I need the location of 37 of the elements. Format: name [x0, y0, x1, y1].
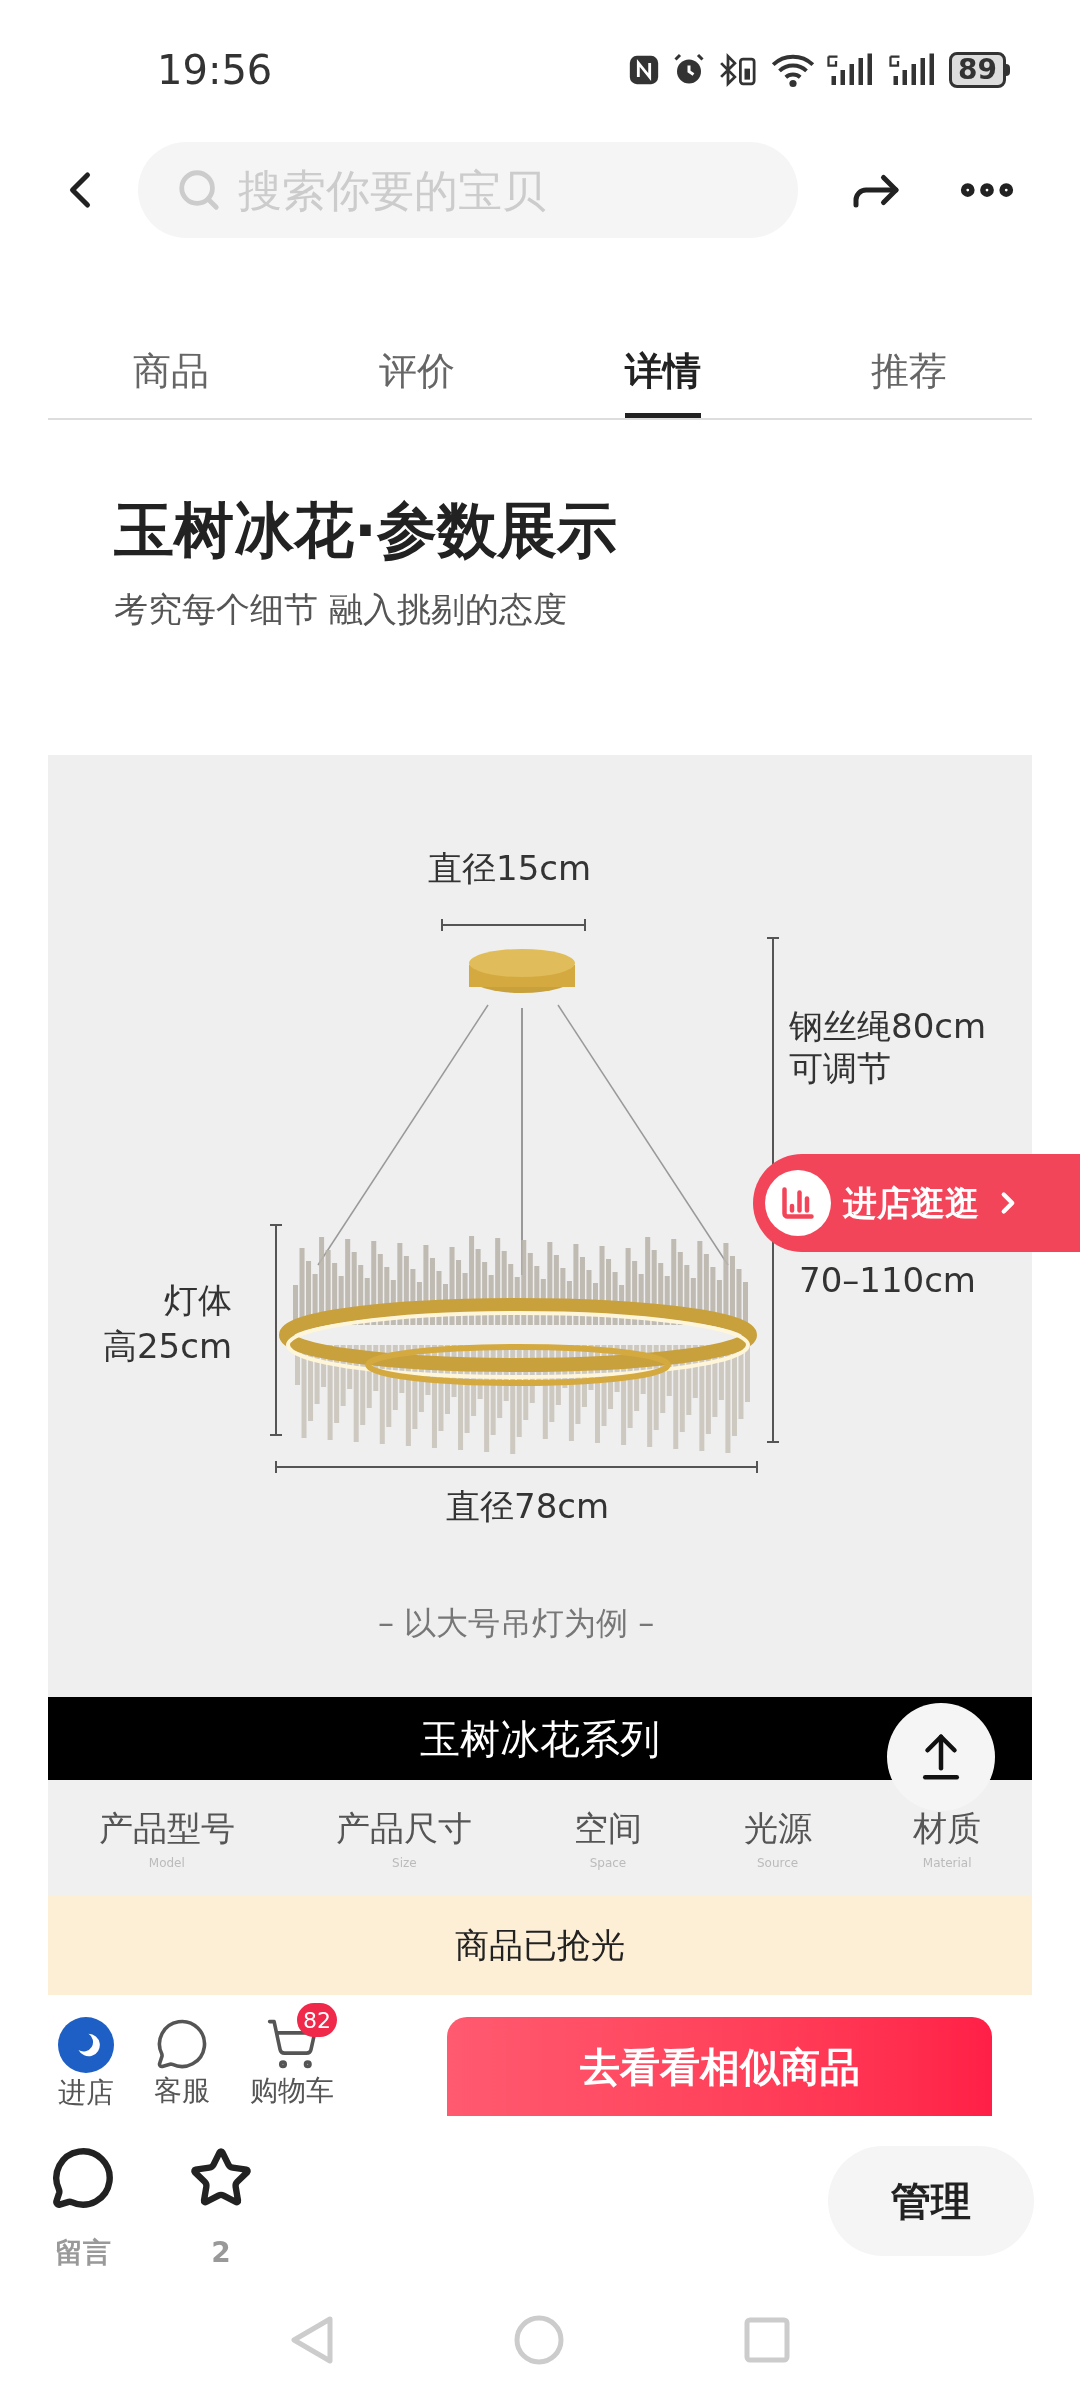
dimension-label: 高25cm: [102, 1325, 232, 1368]
dimension-label: 直径15cm: [428, 851, 592, 885]
store-logo-icon: [58, 2017, 114, 2073]
sold-out-notice: 商品已抢光: [48, 1895, 1032, 1995]
chart-icon: [765, 1170, 831, 1236]
section-subtitle: 考究每个细节 融入挑剔的态度: [114, 588, 568, 631]
param-label: 光源: [743, 1807, 812, 1850]
action-label[interactable]: 购物车: [250, 2071, 334, 2111]
section-tab[interactable]: 评价: [379, 330, 455, 418]
dimension-label: 钢丝绳80cm: [789, 1005, 987, 1047]
param-label: 空间: [574, 1807, 642, 1850]
comment-icon[interactable]: [51, 2146, 115, 2210]
section-tab[interactable]: 推荐: [871, 330, 947, 418]
section-title: 玉树冰花·参数展示: [114, 494, 618, 567]
dimension-label: 70–110cm: [799, 1263, 976, 1297]
dimension-label: 灯体: [164, 1279, 232, 1322]
manage-button[interactable]: 管理: [828, 2146, 1034, 2256]
battery-indicator: 89: [949, 52, 1010, 88]
action-label[interactable]: 客服: [154, 2071, 210, 2111]
param-label: 产品尺寸: [336, 1807, 473, 1850]
wifi-icon: [771, 52, 816, 88]
search-icon: [176, 167, 222, 213]
series-banner: 玉树冰花系列: [48, 1697, 1032, 1780]
action-label[interactable]: 进店: [58, 2073, 114, 2113]
diagram-note: – 以大号吊灯为例 –: [378, 1607, 655, 1639]
section-tab[interactable]: 商品: [133, 330, 209, 418]
chat-icon: [155, 2017, 209, 2071]
favorite-count: 2: [211, 2235, 231, 2271]
dimension-label: 直径78cm: [446, 1489, 610, 1523]
dimension-label: 可调节: [789, 1047, 892, 1089]
param-label: 产品型号: [98, 1807, 235, 1850]
visit-store-button[interactable]: 进店逛逛: [753, 1154, 1080, 1252]
param-label: 材质: [913, 1807, 982, 1850]
cart-count-badge: 82: [297, 2003, 337, 2037]
status-time: 19:56: [157, 46, 273, 95]
section-tab[interactable]: 详情: [625, 330, 701, 418]
comment-label: 留言: [55, 2235, 111, 2271]
